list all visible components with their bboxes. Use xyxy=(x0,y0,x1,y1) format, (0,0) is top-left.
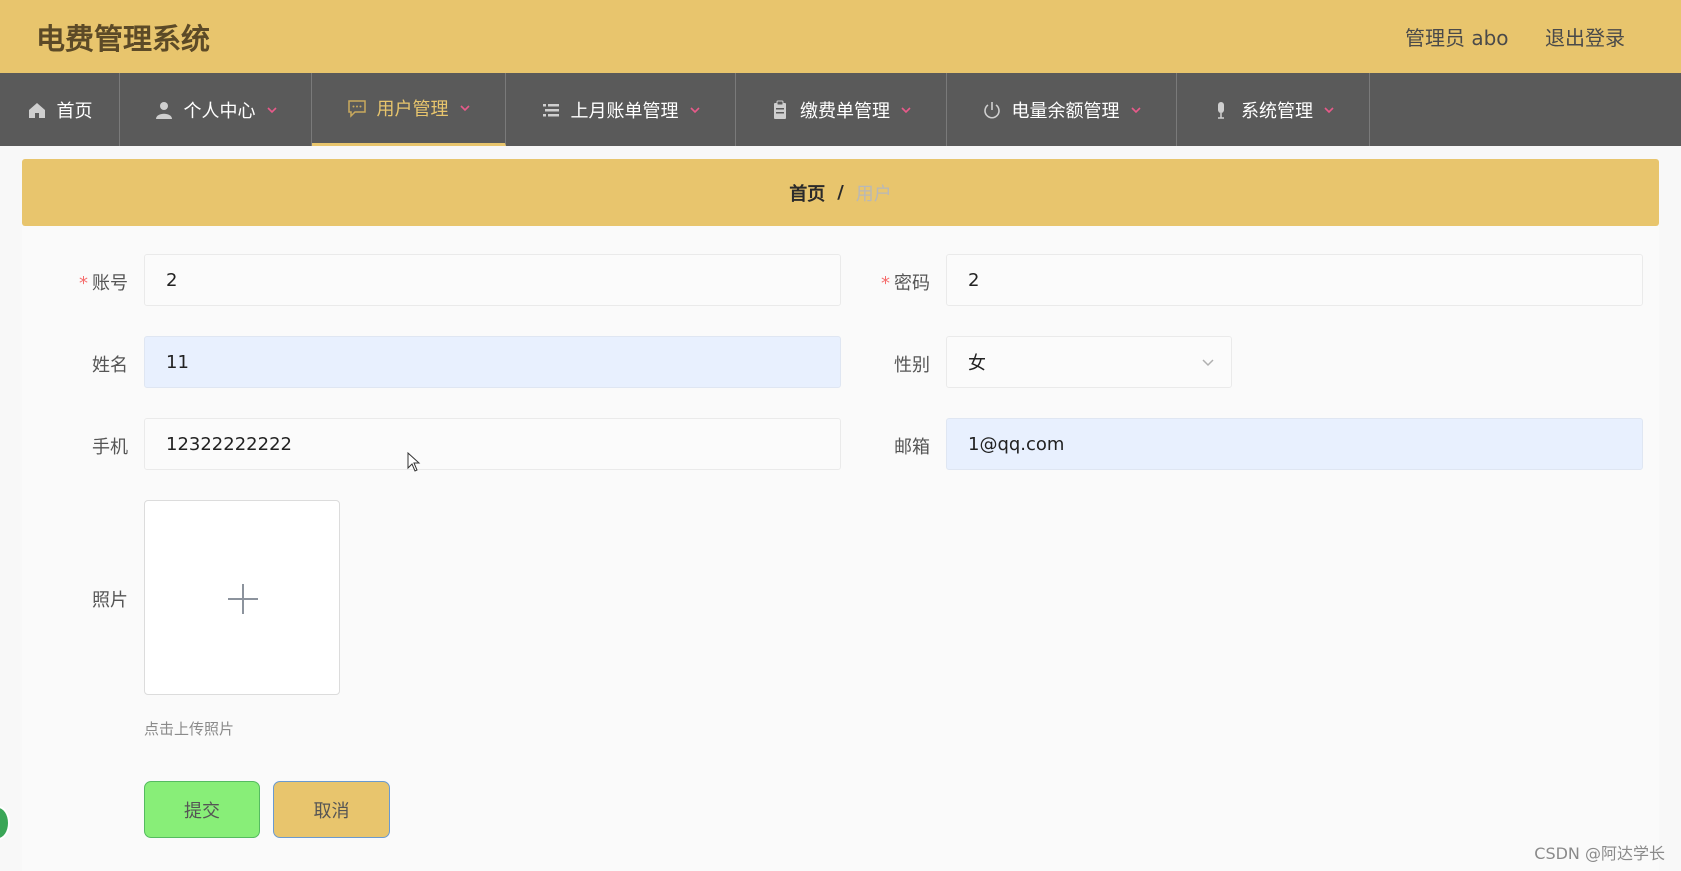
nav-item-payment[interactable]: 缴费单管理 xyxy=(736,73,947,146)
chevron-down-icon xyxy=(901,106,911,113)
phone-input[interactable]: 12322222222 xyxy=(144,418,841,470)
top-header: 电费管理系统 管理员 abo 退出登录 xyxy=(0,0,1681,73)
email-label: 邮箱 xyxy=(894,437,930,458)
chevron-down-icon xyxy=(1202,359,1214,367)
name-input[interactable]: 11 xyxy=(144,336,841,388)
chat-icon xyxy=(347,100,366,118)
nav-item-label: 系统管理 xyxy=(1241,100,1313,122)
required-mark: * xyxy=(881,273,890,294)
nav-item-label: 首页 xyxy=(56,100,93,122)
mic-icon xyxy=(1218,101,1224,119)
breadcrumb-current: 用户 xyxy=(855,183,892,205)
nav-item-system[interactable]: 系统管理 xyxy=(1177,73,1370,146)
breadcrumb-home[interactable]: 首页 xyxy=(789,180,825,206)
nav-item-last-month-bill[interactable]: 上月账单管理 xyxy=(506,73,736,146)
logout-link[interactable]: 退出登录 xyxy=(1545,22,1625,51)
nav-item-user-management[interactable]: 用户管理 xyxy=(312,73,506,146)
submit-button[interactable]: 提交 xyxy=(144,781,260,838)
chevron-down-icon xyxy=(689,106,700,113)
required-mark: * xyxy=(79,273,88,294)
chevron-down-icon xyxy=(1130,106,1141,113)
cancel-button[interactable]: 取消 xyxy=(273,781,390,838)
nav-item-label: 用户管理 xyxy=(376,99,449,120)
photo-label: 照片 xyxy=(92,590,128,611)
nav-item-label: 电量余额管理 xyxy=(1011,100,1120,122)
account-input[interactable]: 2 xyxy=(144,254,841,306)
main-nav: 首页 个人中心 用户管理 上月账单管理 缴费单管理 电量余额管理 系统管理 xyxy=(0,73,1681,146)
name-label: 姓名 xyxy=(92,355,128,376)
nav-item-label: 缴费单管理 xyxy=(800,100,890,122)
photo-upload[interactable] xyxy=(144,500,340,695)
chevron-down-icon xyxy=(266,106,277,113)
watermark: CSDN @阿达学长 xyxy=(1534,844,1665,863)
mouse-cursor-icon xyxy=(407,452,421,472)
breadcrumb-separator: / xyxy=(837,182,844,203)
gender-select[interactable]: 女 xyxy=(946,336,1232,388)
breadcrumb: 首页 / 用户 xyxy=(22,159,1659,226)
nav-item-label: 上月账单管理 xyxy=(570,100,679,122)
home-icon xyxy=(28,102,45,118)
phone-label: 手机 xyxy=(92,437,128,458)
chevron-down-icon xyxy=(459,105,470,112)
current-user-label: 管理员 abo xyxy=(1405,26,1509,50)
password-input[interactable]: 2 xyxy=(946,254,1643,306)
person-icon xyxy=(155,101,172,119)
photo-upload-hint: 点击上传照片 xyxy=(144,720,235,738)
list-icon xyxy=(542,103,559,116)
nav-item-balance[interactable]: 电量余额管理 xyxy=(947,73,1177,146)
password-label: * 密码 xyxy=(881,273,930,294)
nav-item-home[interactable]: 首页 xyxy=(0,73,120,146)
nav-item-profile[interactable]: 个人中心 xyxy=(120,73,312,146)
floating-badge[interactable] xyxy=(0,806,10,840)
gender-selected-value: 女 xyxy=(968,353,986,374)
account-label: * 账号 xyxy=(79,273,128,294)
plus-icon xyxy=(228,584,258,614)
nav-item-label: 个人中心 xyxy=(183,100,256,122)
email-input[interactable]: 1@qq.com xyxy=(946,418,1643,470)
power-icon xyxy=(983,101,1000,118)
app-title: 电费管理系统 xyxy=(36,22,211,56)
gender-label: 性别 xyxy=(894,355,930,376)
clipboard-icon xyxy=(774,100,786,119)
chevron-down-icon xyxy=(1324,106,1334,113)
